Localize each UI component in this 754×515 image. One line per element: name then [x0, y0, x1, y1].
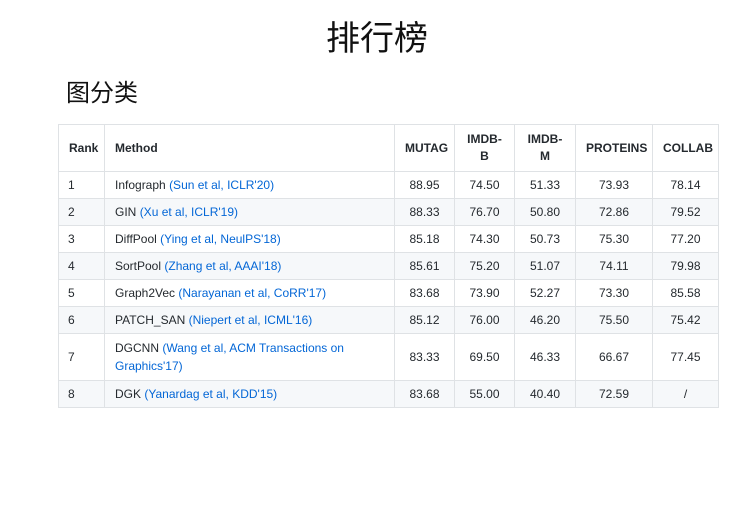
proteins-cell: 73.30 [575, 279, 653, 307]
method-cell: Graph2Vec (Narayanan et al, CoRR'17) [104, 279, 395, 307]
imdb-m-cell: 52.27 [514, 279, 576, 307]
leaderboard-table-container: Rank Method MUTAG IMDB-B IMDB-M PROTEINS… [58, 124, 719, 408]
paper-reference-link[interactable]: (Sun et al, ICLR'20) [169, 178, 274, 192]
proteins-cell: 72.86 [575, 198, 653, 226]
method-name: DGK [115, 387, 142, 401]
imdb-b-cell: 76.00 [454, 306, 515, 334]
mutag-cell: 83.33 [394, 333, 455, 381]
imdb-b-cell: 74.30 [454, 225, 515, 253]
mutag-cell: 85.12 [394, 306, 455, 334]
imdb-m-cell: 51.07 [514, 252, 576, 280]
table-row: 2 GIN (Xu et al, ICLR'19) 88.33 76.70 50… [58, 198, 719, 226]
proteins-cell: 66.67 [575, 333, 653, 381]
header-imdb-m: IMDB-M [514, 124, 576, 172]
header-mutag: MUTAG [394, 124, 455, 172]
method-cell: DiffPool (Ying et al, NeulPS'18) [104, 225, 395, 253]
proteins-cell: 73.93 [575, 171, 653, 199]
imdb-m-cell: 51.33 [514, 171, 576, 199]
method-name: SortPool [115, 259, 162, 273]
method-cell: DGCNN (Wang et al, ACM Transactions on G… [104, 333, 395, 381]
collab-cell: 77.20 [652, 225, 719, 253]
imdb-m-cell: 40.40 [514, 380, 576, 408]
collab-cell: 78.14 [652, 171, 719, 199]
table-row: 5 Graph2Vec (Narayanan et al, CoRR'17) 8… [58, 279, 719, 307]
paper-reference-link[interactable]: (Xu et al, ICLR'19) [140, 205, 238, 219]
paper-reference-link[interactable]: (Narayanan et al, CoRR'17) [178, 286, 326, 300]
rank-cell: 6 [58, 306, 105, 334]
method-name: DGCNN [115, 341, 159, 355]
imdb-b-cell: 69.50 [454, 333, 515, 381]
header-imdb-b: IMDB-B [454, 124, 515, 172]
mutag-cell: 88.95 [394, 171, 455, 199]
method-cell: PATCH_SAN (Niepert et al, ICML'16) [104, 306, 395, 334]
collab-cell: 75.42 [652, 306, 719, 334]
paper-reference-link[interactable]: (Yanardag et al, KDD'15) [144, 387, 277, 401]
method-name: Infograph [115, 178, 166, 192]
mutag-cell: 85.18 [394, 225, 455, 253]
method-name: PATCH_SAN [115, 313, 186, 327]
method-name: DiffPool [115, 232, 157, 246]
rank-cell: 5 [58, 279, 105, 307]
proteins-cell: 74.11 [575, 252, 653, 280]
method-cell: DGK (Yanardag et al, KDD'15) [104, 380, 395, 408]
rank-cell: 2 [58, 198, 105, 226]
method-cell: GIN (Xu et al, ICLR'19) [104, 198, 395, 226]
method-cell: Infograph (Sun et al, ICLR'20) [104, 171, 395, 199]
paper-reference-link[interactable]: (Zhang et al, AAAI'18) [164, 259, 281, 273]
collab-cell: 77.45 [652, 333, 719, 381]
imdb-m-cell: 46.20 [514, 306, 576, 334]
imdb-m-cell: 50.73 [514, 225, 576, 253]
mutag-cell: 85.61 [394, 252, 455, 280]
table-row: 6 PATCH_SAN (Niepert et al, ICML'16) 85.… [58, 306, 719, 334]
rank-cell: 4 [58, 252, 105, 280]
imdb-m-cell: 46.33 [514, 333, 576, 381]
collab-cell: 85.58 [652, 279, 719, 307]
method-name: Graph2Vec [115, 286, 176, 300]
proteins-cell: 75.30 [575, 225, 653, 253]
rank-cell: 8 [58, 380, 105, 408]
method-cell: SortPool (Zhang et al, AAAI'18) [104, 252, 395, 280]
proteins-cell: 75.50 [575, 306, 653, 334]
imdb-m-cell: 50.80 [514, 198, 576, 226]
table-row: 1 Infograph (Sun et al, ICLR'20) 88.95 7… [58, 171, 719, 199]
table-row: 3 DiffPool (Ying et al, NeulPS'18) 85.18… [58, 225, 719, 253]
page-title: 排行榜 [326, 19, 428, 59]
mutag-cell: 88.33 [394, 198, 455, 226]
imdb-b-cell: 76.70 [454, 198, 515, 226]
mutag-cell: 83.68 [394, 380, 455, 408]
collab-cell: 79.52 [652, 198, 719, 226]
section-title: 图分类 [66, 79, 138, 107]
table-row: 8 DGK (Yanardag et al, KDD'15) 83.68 55.… [58, 380, 719, 408]
header-collab: COLLAB [652, 124, 719, 172]
rank-cell: 7 [58, 333, 105, 381]
rank-cell: 3 [58, 225, 105, 253]
collab-cell: / [652, 380, 719, 408]
header-method: Method [104, 124, 395, 172]
leaderboard-table: Rank Method MUTAG IMDB-B IMDB-M PROTEINS… [58, 124, 719, 408]
table-row: 7 DGCNN (Wang et al, ACM Transactions on… [58, 333, 719, 381]
header-row: Rank Method MUTAG IMDB-B IMDB-M PROTEINS… [58, 124, 719, 172]
imdb-b-cell: 74.50 [454, 171, 515, 199]
method-name: GIN [115, 205, 137, 219]
mutag-cell: 83.68 [394, 279, 455, 307]
paper-reference-link[interactable]: (Niepert et al, ICML'16) [189, 313, 313, 327]
paper-reference-link[interactable]: (Ying et al, NeulPS'18) [160, 232, 281, 246]
header-proteins: PROTEINS [575, 124, 653, 172]
imdb-b-cell: 55.00 [454, 380, 515, 408]
header-rank: Rank [58, 124, 105, 172]
proteins-cell: 72.59 [575, 380, 653, 408]
rank-cell: 1 [58, 171, 105, 199]
imdb-b-cell: 75.20 [454, 252, 515, 280]
table-row: 4 SortPool (Zhang et al, AAAI'18) 85.61 … [58, 252, 719, 280]
imdb-b-cell: 73.90 [454, 279, 515, 307]
collab-cell: 79.98 [652, 252, 719, 280]
